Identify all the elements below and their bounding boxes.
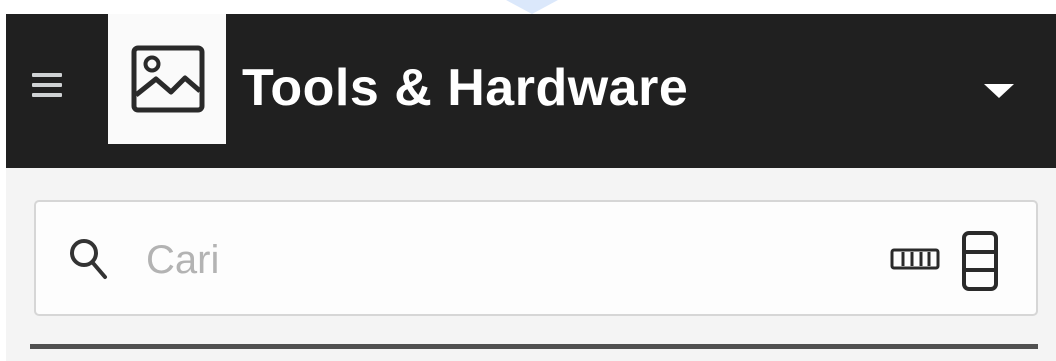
- image-placeholder-icon: [131, 45, 205, 113]
- search-icon[interactable]: [68, 237, 108, 281]
- scanner-icon[interactable]: [960, 230, 1000, 292]
- caret-down-icon[interactable]: [984, 84, 1014, 98]
- top-notch-indicator: [506, 0, 558, 14]
- section-divider: [30, 344, 1038, 349]
- page-title: Tools & Hardware: [242, 59, 689, 117]
- hamburger-menu-icon[interactable]: [32, 73, 62, 97]
- barcode-icon[interactable]: [890, 248, 940, 270]
- search-input[interactable]: [146, 232, 746, 288]
- logo-placeholder[interactable]: [108, 14, 226, 144]
